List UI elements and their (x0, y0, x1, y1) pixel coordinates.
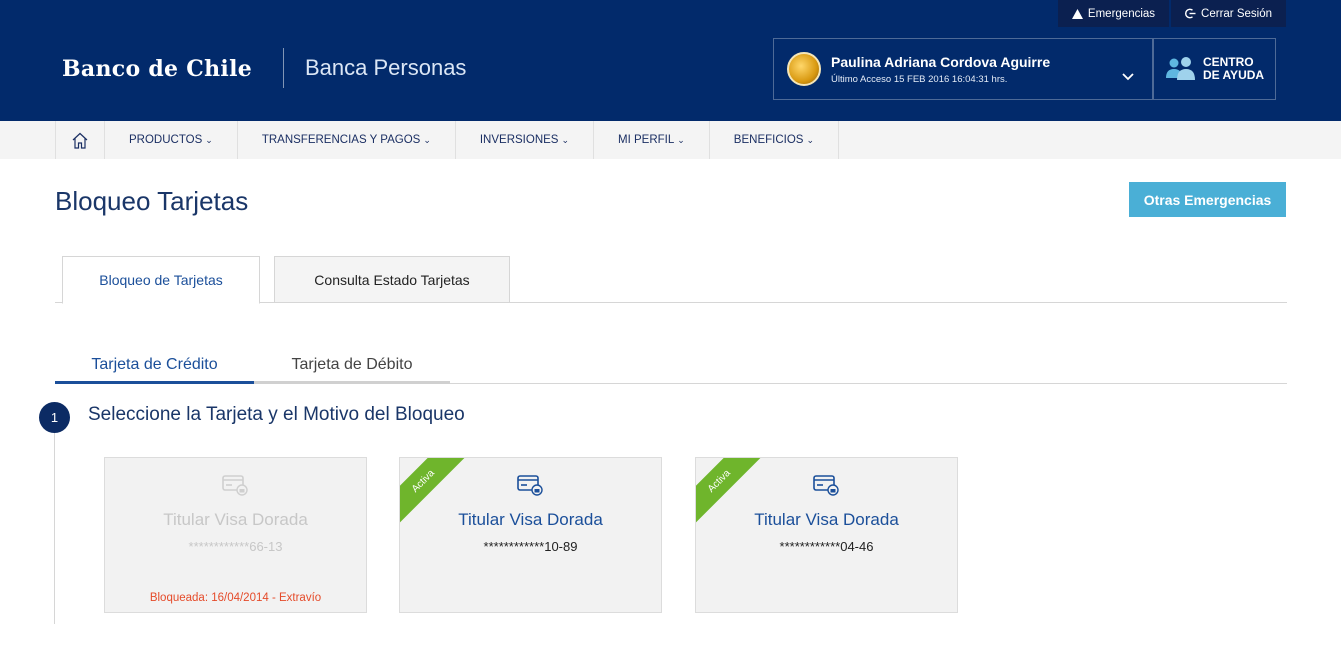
nav-productos[interactable]: PRODUCTOS ⌄ (105, 121, 238, 159)
emergencias-label: Emergencias (1087, 7, 1156, 20)
cerrar-sesion-label: Cerrar Sesión (1201, 7, 1272, 20)
avatar (787, 52, 821, 86)
nav-inversiones[interactable]: INVERSIONES ⌄ (456, 121, 595, 159)
credit-card-icon (812, 475, 839, 496)
bank-logo[interactable]: Banco de Chile (62, 56, 252, 82)
card-title: Titular Visa Dorada (163, 510, 308, 529)
step-line (54, 428, 55, 624)
home-button[interactable] (55, 121, 105, 159)
nav-transferencias[interactable]: TRANSFERENCIAS Y PAGOS ⌄ (238, 121, 456, 159)
user-info: Paulina Adriana Cordova Aguirre Último A… (831, 54, 1050, 85)
chevron-down-icon: ⌄ (561, 134, 570, 145)
emergencias-link[interactable]: Emergencias (1057, 0, 1170, 27)
nav-mi-perfil[interactable]: MI PERFIL ⌄ (594, 121, 710, 159)
nav-beneficios[interactable]: BENEFICIOS ⌄ (710, 121, 839, 159)
card-title: Titular Visa Dorada (458, 510, 603, 529)
tab-bloqueo-tarjetas[interactable]: Bloqueo de Tarjetas (62, 256, 260, 304)
subtab-credito[interactable]: Tarjeta de Crédito (55, 348, 254, 384)
card-active[interactable]: Activa Titular Visa Dorada ************0… (695, 457, 958, 613)
main-tabs: Bloqueo de Tarjetas Consulta Estado Tarj… (55, 256, 1287, 304)
cerrar-sesion-link[interactable]: Cerrar Sesión (1171, 0, 1286, 27)
card-active[interactable]: Activa Titular Visa Dorada ************1… (399, 457, 662, 613)
nav-transferencias-label: TRANSFERENCIAS Y PAGOS (261, 134, 421, 146)
nav-beneficios-label: BENEFICIOS (733, 134, 804, 146)
step-number: 1 (39, 402, 70, 433)
card-number: ************10-89 (483, 539, 578, 554)
nav-inversiones-label: INVERSIONES (479, 134, 559, 146)
help-center-label: CENTRO DE AYUDA (1203, 56, 1264, 82)
chevron-down-icon: ⌄ (205, 134, 213, 145)
tab-consulta-estado[interactable]: Consulta Estado Tarjetas (274, 256, 510, 303)
card-title: Titular Visa Dorada (754, 510, 899, 529)
subbrand-title: Banca Personas (305, 55, 467, 80)
card-type-tabs: Tarjeta de Crédito Tarjeta de Débito (55, 348, 1287, 384)
last-access: Último Acceso 15 FEB 2016 16:04:31 hrs. (831, 73, 1008, 85)
subtab-debito[interactable]: Tarjeta de Débito (254, 348, 450, 384)
top-links: Emergencias Cerrar Sesión (1056, 0, 1286, 27)
card-number: ************66-13 (188, 539, 283, 554)
chevron-down-icon: ⌄ (677, 134, 685, 145)
home-icon (72, 132, 88, 149)
help-line-2: DE AYUDA (1202, 68, 1265, 82)
nav-mi-perfil-label: MI PERFIL (618, 134, 675, 146)
header: Emergencias Cerrar Sesión Banco de Chile… (0, 0, 1341, 121)
chevron-down-icon: ⌄ (423, 134, 431, 145)
user-name: Paulina Adriana Cordova Aguirre (831, 53, 1051, 70)
nav-productos-label: PRODUCTOS (129, 134, 203, 146)
warning-icon (1071, 8, 1083, 19)
other-emergencies-button[interactable]: Otras Emergencias (1129, 182, 1286, 217)
card-blocked: Titular Visa Dorada ************66-13 Bl… (104, 457, 367, 613)
main-nav: PRODUCTOS ⌄ TRANSFERENCIAS Y PAGOS ⌄ INVER… (0, 121, 1341, 159)
people-icon (1165, 57, 1195, 80)
card-number: ************04-46 (779, 539, 874, 554)
logout-icon (1185, 8, 1196, 19)
chevron-down-icon: ⌄ (806, 134, 814, 145)
logo-divider (283, 48, 284, 88)
page-title: Bloqueo Tarjetas (55, 186, 249, 216)
credit-card-icon (516, 475, 543, 496)
card-status: Bloqueada: 16/04/2014 - Extravío (149, 592, 322, 604)
user-menu[interactable]: Paulina Adriana Cordova Aguirre Último A… (773, 38, 1153, 100)
chevron-down-icon[interactable] (1122, 73, 1134, 81)
help-center-button[interactable]: CENTRO DE AYUDA (1153, 38, 1276, 100)
step-label: Seleccione la Tarjeta y el Motivo del Bl… (88, 404, 465, 425)
credit-card-icon (221, 475, 248, 496)
